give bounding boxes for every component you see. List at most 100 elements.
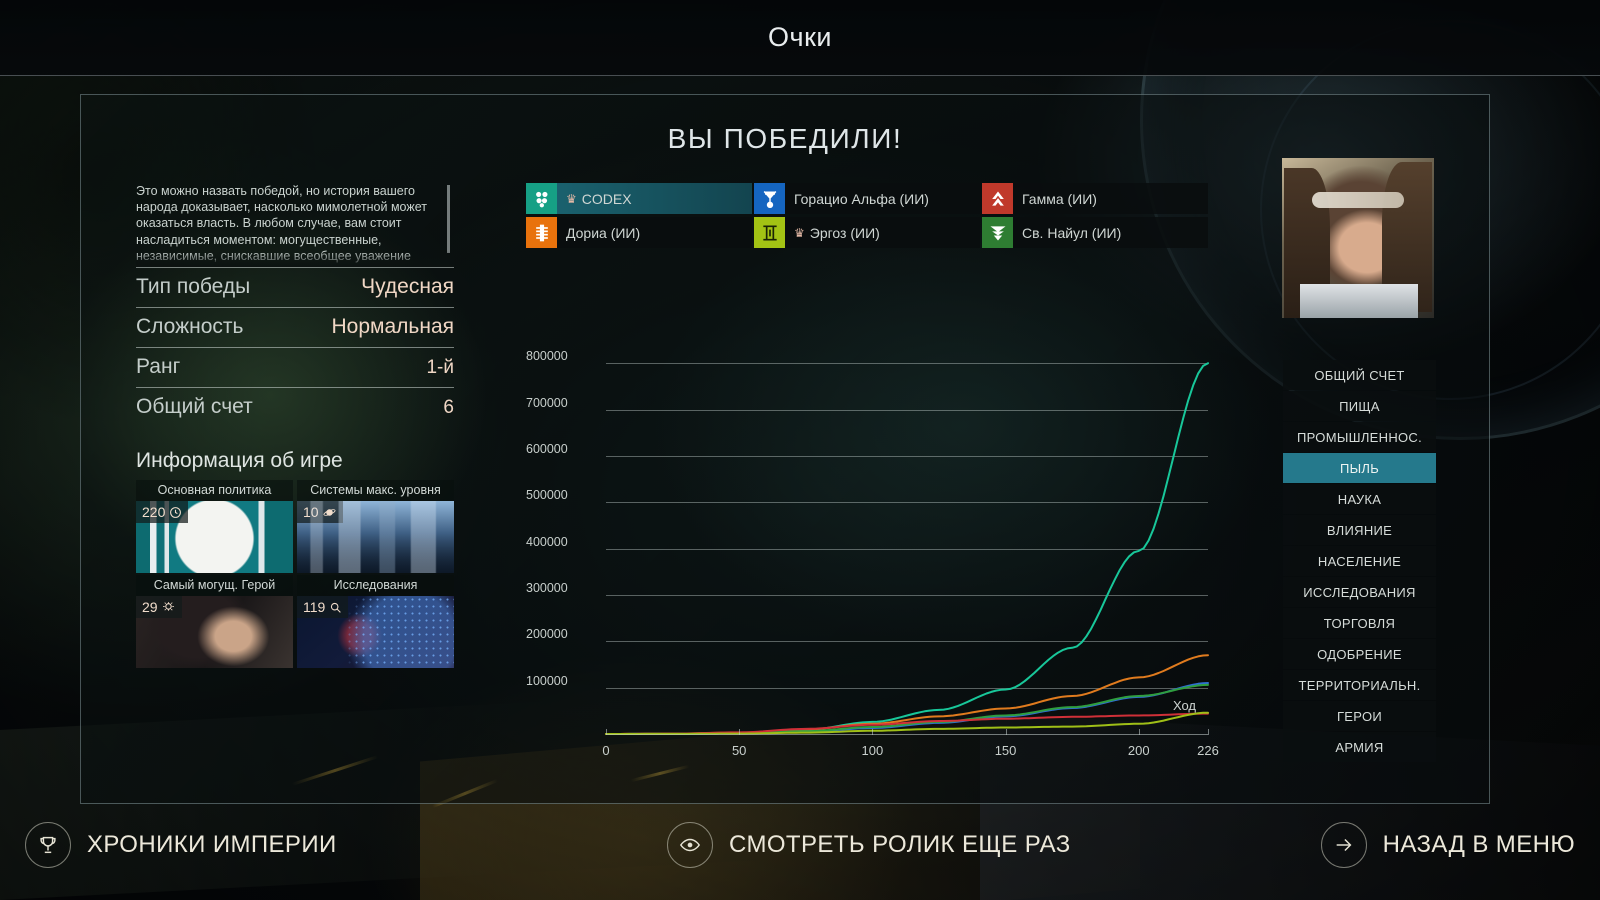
window-titlebar: Очки [0,0,1600,76]
score-category-label: ВЛИЯНИЕ [1326,522,1393,538]
chart-x-tick [606,729,607,735]
chart-y-tick-label: 700000 [526,395,568,410]
faction-name: Св. Найул (ИИ) [1022,224,1122,241]
pillar-icon [754,217,785,248]
chart-x-tick-label: 200 [1127,743,1150,758]
chart-series-line [605,362,1209,735]
chart-x-tick [1005,729,1007,735]
info-card-research[interactable]: Исследования 119 [297,575,454,668]
chevron-up-icon [982,183,1013,214]
card-thumbnail: 220 [136,501,293,573]
score-category-menu: ОБЩИЙ СЧЕТ ПИЩА ПРОМЫШЛЕННОС. ПЫЛЬ НАУКА ВЛИЯ… [1283,360,1436,763]
card-badge: 119 [297,596,349,618]
info-card-most-powerful-hero[interactable]: Самый могущ. Герой 29 [136,575,293,668]
medal-icon [162,601,174,611]
replay-cinematic-button[interactable]: СМОТРЕТЬ РОЛИК ЕЩЕ РАЗ [667,822,1071,868]
flavor-text-box: Это можно назвать победой, но история ва… [136,183,454,267]
score-category-label: ТЕРРИТОРИАЛЬН. [1298,677,1421,693]
card-badge: 10 [297,501,343,523]
chart-y-tick-label: 100000 [526,673,568,688]
chart-x-tick [1208,729,1209,735]
leaf-icon [982,217,1013,248]
chart-x-tick-label: 150 [994,743,1017,758]
info-card-max-systems[interactable]: Системы макс. уровня 10 [297,480,454,573]
chart-x-axis-title: Ход [1172,698,1196,713]
score-category-label: ПИЩА [1339,398,1380,414]
card-badge: 220 [136,501,189,523]
chart-x-tick [872,729,874,735]
faction-item-doria[interactable]: Дориа (ИИ) [526,217,752,248]
faction-name: Горацио Альфа (ИИ) [794,190,929,207]
info-card-main-policy[interactable]: Основная политика 220 [136,480,293,573]
card-caption: Исследования [297,575,454,596]
score-category-label: ПЫЛЬ [1339,460,1380,476]
score-category-item[interactable]: НАУКА [1283,484,1436,514]
faction-name: Эргоз (ИИ) [809,224,880,241]
score-category-item[interactable]: ПИЩА [1283,391,1436,421]
stat-row: Ранг 1-й [136,347,454,387]
faction-item-codex[interactable]: ♛ CODEX [526,183,752,214]
bottom-action-bar: ХРОНИКИ ИМПЕРИИ СМОТРЕТЬ РОЛИК ЕЩЕ РАЗ Н… [0,804,1600,900]
faction-name: CODEX [581,190,632,207]
score-category-label: ГЕРОИ [1336,708,1383,724]
summary-column: Это можно назвать победой, но история ва… [136,183,454,668]
score-category-label: НАСЕЛЕНИЕ [1317,553,1402,569]
pentagon-cluster-icon [526,183,557,214]
score-category-item[interactable]: ГЕРОИ [1283,701,1436,731]
faction-item-gamma[interactable]: Гамма (ИИ) [982,183,1208,214]
crown-icon: ♛ [794,225,805,240]
score-category-item[interactable]: ПРОМЫШЛЕННОС. [1283,422,1436,452]
ladder-icon [526,217,557,248]
score-category-item[interactable]: ИССЛЕДОВАНИЯ [1283,577,1436,607]
chart-x-tick-label: 0 [602,743,610,758]
flavor-fade [136,251,454,267]
back-to-menu-button[interactable]: НАЗАД В МЕНЮ [1320,822,1575,868]
stat-label: Тип победы [136,275,251,298]
chronicles-button[interactable]: ХРОНИКИ ИМПЕРИИ [25,822,337,868]
portrait-collar [1300,284,1418,318]
stat-label: Ранг [136,355,181,378]
chart-x-tick [1138,729,1140,735]
planet-icon [323,508,336,516]
score-category-item[interactable]: ТЕРРИТОРИАЛЬН. [1283,670,1436,700]
card-badge: 29 [136,596,182,618]
score-category-item[interactable]: ОДОБРЕНИЕ [1283,639,1436,669]
card-badge-value: 220 [142,504,166,520]
chart-y-tick-label: 500000 [526,488,568,503]
card-caption: Основная политика [136,480,293,501]
faction-name: Гамма (ИИ) [1022,190,1097,207]
chart-x-tick-label: 50 [731,743,747,758]
chronicles-label: ХРОНИКИ ИМПЕРИИ [87,831,337,858]
score-category-label: ИССЛЕДОВАНИЯ [1303,584,1416,600]
magnifier-icon [331,602,342,613]
trophy-icon [25,822,71,868]
score-category-item[interactable]: АРМИЯ [1283,732,1436,762]
stat-value: Нормальная [331,315,454,338]
score-category-label: ПРОМЫШЛЕННОС. [1296,429,1423,445]
faction-item-nyul[interactable]: Св. Найул (ИИ) [982,217,1208,248]
stat-row: Сложность Нормальная [136,307,454,347]
card-caption: Системы макс. уровня [297,480,454,501]
faction-item-ergoz[interactable]: ♛ Эргоз (ИИ) [754,217,980,248]
faction-item-horatio[interactable]: Горацио Альфа (ИИ) [754,183,980,214]
score-category-label: ОДОБРЕНИЕ [1317,646,1402,662]
page-title: Очки [768,22,832,52]
victory-banner: ВЫ ПОБЕДИЛИ! [667,123,903,154]
crown-icon: ♛ [566,191,577,206]
score-category-item[interactable]: НАСЕЛЕНИЕ [1283,546,1436,576]
chart-series-line [605,682,1209,735]
flavor-scrollbar[interactable] [447,185,450,253]
arrow-right-icon [1320,822,1367,868]
replay-label: СМОТРЕТЬ РОЛИК ЕЩЕ РАЗ [729,831,1071,858]
stat-row: Тип победы Чудесная [136,267,454,307]
score-category-item[interactable]: ВЛИЯНИЕ [1283,515,1436,545]
stat-label: Сложность [136,315,244,338]
card-thumbnail: 119 [297,596,454,668]
portrait-headband [1312,192,1404,208]
score-category-item[interactable]: ОБЩИЙ СЧЕТ [1283,360,1436,390]
chart-series-line [605,683,1209,735]
score-category-item[interactable]: ПЫЛЬ [1283,453,1436,483]
score-category-item[interactable]: ТОРГОВЛЯ [1283,608,1436,638]
stat-label: Общий счет [136,395,253,418]
clock-icon [170,506,182,518]
